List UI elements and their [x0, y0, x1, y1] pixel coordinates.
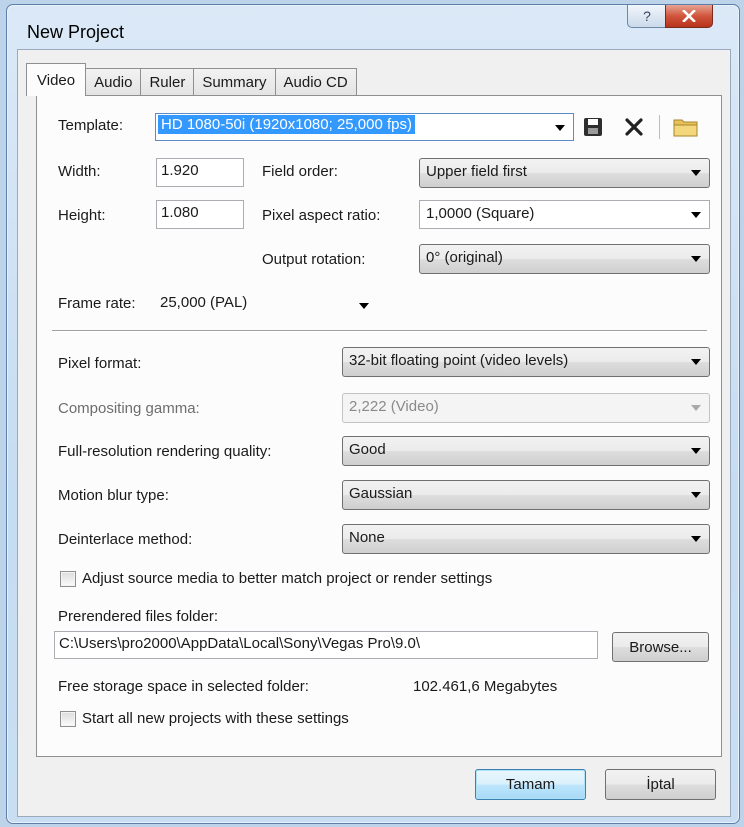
chevron-down-icon — [691, 359, 701, 365]
compositing-gamma-label: Compositing gamma: — [58, 400, 200, 417]
chevron-down-icon — [555, 125, 565, 131]
help-icon: ? — [643, 8, 651, 24]
width-input[interactable]: 1.920 — [156, 158, 244, 187]
tab-ruler[interactable]: Ruler — [140, 68, 195, 96]
storage-value: 102.461,6 Megabytes — [413, 678, 558, 695]
chevron-down-icon — [691, 448, 701, 454]
output-rotation-select[interactable]: 0° (original) — [419, 244, 710, 274]
tab-audio-cd[interactable]: Audio CD — [274, 68, 357, 96]
ok-button[interactable]: Tamam — [475, 769, 586, 800]
chevron-down-icon — [691, 492, 701, 498]
compositing-gamma-select: 2,222 (Video) — [342, 393, 710, 423]
chevron-down-icon — [691, 536, 701, 542]
frame-rate-value: 25,000 (PAL) — [160, 294, 248, 311]
chevron-down-icon — [691, 405, 701, 411]
storage-label: Free storage space in selected folder: — [58, 678, 309, 695]
width-label: Width: — [58, 163, 101, 180]
delete-icon[interactable] — [624, 117, 644, 137]
chevron-down-icon — [691, 212, 701, 218]
close-icon — [682, 10, 696, 22]
prerendered-label: Prerendered files folder: — [58, 608, 219, 625]
height-input[interactable]: 1.080 — [156, 200, 244, 229]
compositing-gamma-value: 2,222 (Video) — [349, 398, 439, 415]
output-rotation-value: 0° (original) — [426, 249, 503, 266]
start-all-label: Start all new projects with these settin… — [82, 710, 349, 727]
save-icon[interactable] — [583, 117, 603, 137]
tab-video[interactable]: Video — [26, 63, 87, 96]
frame-rate-label: Frame rate: — [58, 295, 136, 312]
pixel-format-value: 32-bit floating point (video levels) — [349, 352, 569, 369]
template-combo[interactable]: HD 1080-50i (1920x1080; 25,000 fps) — [155, 113, 574, 141]
pixel-format-label: Pixel format: — [58, 355, 142, 372]
motion-blur-select[interactable]: Gaussian — [342, 480, 710, 510]
chevron-down-icon — [359, 303, 369, 309]
tab-strip: Video Audio Ruler Summary Audio CD — [26, 63, 357, 96]
deinterlace-value: None — [349, 529, 385, 546]
section-divider — [52, 330, 707, 332]
adjust-source-label: Adjust source media to better match proj… — [82, 570, 493, 587]
toolbar-divider — [659, 115, 660, 139]
folder-icon[interactable] — [673, 116, 699, 138]
browse-button[interactable]: Browse... — [612, 632, 709, 662]
pixel-format-select[interactable]: 32-bit floating point (video levels) — [342, 347, 710, 377]
tab-audio[interactable]: Audio — [85, 68, 142, 96]
rendering-quality-label: Full-resolution rendering quality: — [58, 443, 272, 460]
template-label: Template: — [58, 117, 124, 134]
window-title: New Project — [27, 22, 125, 42]
pixel-aspect-label: Pixel aspect ratio: — [262, 207, 381, 224]
chevron-down-icon — [691, 256, 701, 262]
rendering-quality-value: Good — [349, 441, 386, 458]
adjust-source-checkbox[interactable] — [60, 571, 76, 587]
cancel-button[interactable]: İptal — [605, 769, 716, 800]
rendering-quality-select[interactable]: Good — [342, 436, 710, 466]
field-order-value: Upper field first — [426, 163, 527, 180]
start-all-checkbox[interactable] — [60, 711, 76, 727]
template-value: HD 1080-50i (1920x1080; 25,000 fps) — [158, 115, 416, 134]
pixel-aspect-value: 1,0000 (Square) — [426, 205, 535, 222]
close-button[interactable] — [665, 5, 713, 28]
output-rotation-label: Output rotation: — [262, 251, 366, 268]
help-button[interactable]: ? — [627, 5, 667, 28]
tab-summary[interactable]: Summary — [193, 68, 276, 96]
chevron-down-icon — [691, 170, 701, 176]
motion-blur-label: Motion blur type: — [58, 487, 169, 504]
prerendered-path-input[interactable]: C:\Users\pro2000\AppData\Local\Sony\Vega… — [54, 631, 598, 659]
frame-rate-select[interactable]: 25,000 (PAL) — [155, 290, 384, 318]
pixel-aspect-select[interactable]: 1,0000 (Square) — [419, 200, 710, 229]
field-order-label: Field order: — [262, 163, 338, 180]
field-order-select[interactable]: Upper field first — [419, 158, 710, 188]
deinterlace-label: Deinterlace method: — [58, 531, 193, 548]
motion-blur-value: Gaussian — [349, 485, 413, 502]
height-label: Height: — [58, 207, 106, 224]
deinterlace-select[interactable]: None — [342, 524, 710, 554]
